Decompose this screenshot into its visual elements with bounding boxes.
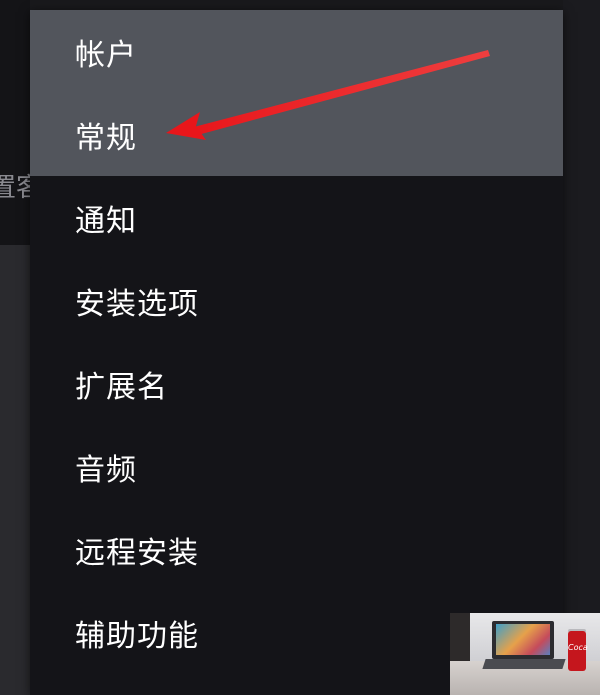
menu-item-audio[interactable]: 音频 bbox=[30, 425, 563, 508]
menu-item-label: 安装选项 bbox=[75, 286, 199, 322]
background-right-edge bbox=[563, 0, 600, 695]
menu-item-remote-install[interactable]: 远程安装 bbox=[30, 508, 563, 591]
thumbnail-background-object bbox=[450, 613, 470, 661]
thumbnail-can-label: Coca bbox=[568, 643, 588, 652]
menu-item-label: 辅助功能 bbox=[75, 618, 199, 654]
menu-item-label: 扩展名 bbox=[75, 369, 168, 405]
menu-item-install-options[interactable]: 安装选项 bbox=[30, 259, 563, 342]
background-partial-text: 置客 bbox=[0, 173, 30, 203]
thumbnail-laptop-display bbox=[496, 624, 550, 655]
menu-item-label: 通知 bbox=[75, 203, 137, 239]
menu-item-extensions[interactable]: 扩展名 bbox=[30, 342, 563, 425]
menu-item-label: 音频 bbox=[75, 452, 137, 488]
menu-item-account[interactable]: 帐户 bbox=[30, 10, 563, 93]
background-left-panel bbox=[0, 245, 30, 695]
menu-item-label: 常规 bbox=[75, 120, 137, 156]
menu-item-label: 远程安装 bbox=[75, 535, 199, 571]
menu-item-label: 帐户 bbox=[75, 37, 137, 73]
background-left-header bbox=[0, 0, 30, 245]
menu-item-notifications[interactable]: 通知 bbox=[30, 176, 563, 259]
menu-item-general[interactable]: 常规 bbox=[30, 93, 563, 176]
settings-dropdown-menu: 帐户 常规 通知 安装选项 扩展名 音频 远程安装 辅助功能 bbox=[30, 10, 563, 695]
corner-thumbnail-image: Coca bbox=[450, 613, 600, 695]
thumbnail-laptop-base bbox=[482, 659, 566, 669]
